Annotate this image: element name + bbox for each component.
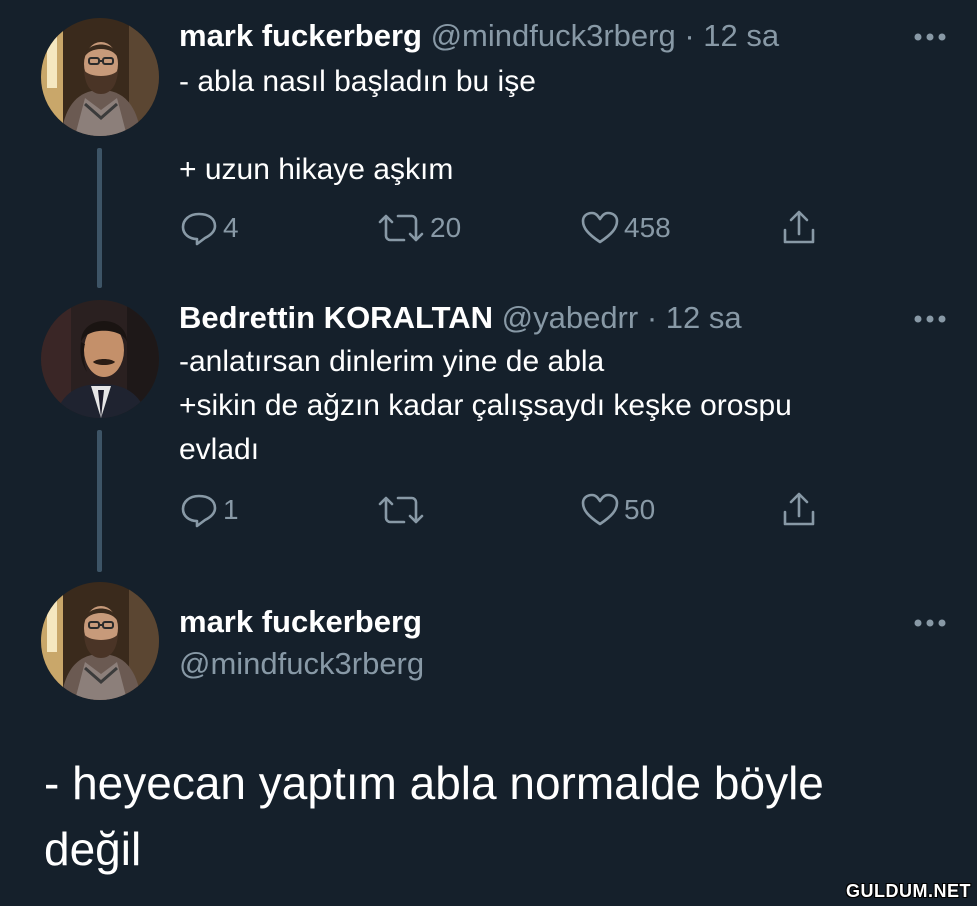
retweet-icon	[376, 492, 426, 528]
retweet-count: 20	[430, 212, 462, 243]
thread-line	[97, 430, 102, 572]
share-icon	[779, 490, 819, 530]
author-name[interactable]: Bedrettin KORALTAN	[179, 300, 493, 335]
tweet-line: - abla nasıl başladın bu işe	[179, 65, 536, 98]
avatar-mark[interactable]	[41, 18, 159, 136]
author-handle[interactable]: @mindfuck3rberg	[431, 18, 676, 53]
retweet-icon	[376, 210, 426, 246]
action-bar: 4 20 458	[179, 208, 839, 248]
author-block: mark fuckerberg @mindfuck3rberg	[179, 604, 424, 682]
avatar-mark[interactable]	[41, 582, 159, 700]
timestamp[interactable]: 12 sa	[703, 18, 779, 53]
timestamp[interactable]: 12 sa	[666, 300, 742, 335]
avatar-bedrettin[interactable]	[41, 300, 159, 418]
tweet-line: değil	[44, 823, 142, 875]
heart-icon	[580, 210, 620, 246]
more-icon[interactable]	[913, 616, 947, 630]
retweet-button[interactable]: 20	[376, 208, 461, 248]
tweet-text: -anlatırsan dinlerim yine de abla +sikin…	[179, 340, 919, 472]
watermark: GULDUM.NET	[846, 881, 971, 901]
author-handle[interactable]: @mindfuck3rberg	[179, 646, 424, 682]
share-button[interactable]	[779, 208, 819, 248]
share-button[interactable]	[779, 490, 819, 530]
like-button[interactable]: 458	[580, 208, 671, 248]
reply-icon	[179, 492, 219, 528]
tweet-line: - heyecan yaptım abla normalde böyle	[44, 757, 824, 809]
tweet-text: - abla nasıl başladın bu işe + uzun hika…	[179, 60, 919, 192]
action-bar: 1 50	[179, 490, 839, 530]
tweet-line: +sikin de ağzın kadar çalışsaydı keşke o…	[179, 389, 792, 422]
separator-dot: ·	[684, 18, 695, 53]
like-count: 50	[624, 494, 656, 525]
author-name[interactable]: mark fuckerberg	[179, 604, 424, 640]
more-icon[interactable]	[913, 30, 947, 44]
reply-count: 4	[223, 212, 239, 243]
tweet-line	[179, 104, 919, 148]
tweet-line: evladı	[179, 433, 260, 466]
reply-count: 1	[223, 494, 239, 525]
tweet-header: Bedrettin KORALTAN @yabedrr · 12 sa	[179, 300, 742, 336]
focused-tweet-text: - heyecan yaptım abla normalde böyle değ…	[44, 750, 944, 882]
share-icon	[779, 208, 819, 248]
more-icon[interactable]	[913, 312, 947, 326]
author-handle[interactable]: @yabedrr	[502, 300, 639, 335]
tweet-line: -anlatırsan dinlerim yine de abla	[179, 345, 605, 378]
like-count: 458	[624, 212, 671, 243]
heart-icon	[580, 492, 620, 528]
tweet-3-focused[interactable]: mark fuckerberg @mindfuck3rberg - heyeca…	[0, 580, 977, 906]
tweet-header: mark fuckerberg @mindfuck3rberg · 12 sa	[179, 18, 779, 54]
separator-dot: ·	[646, 300, 658, 335]
reply-icon	[179, 210, 219, 246]
reply-button[interactable]: 1	[179, 490, 239, 530]
retweet-button[interactable]	[376, 490, 430, 530]
author-name[interactable]: mark fuckerberg	[179, 18, 422, 53]
reply-button[interactable]: 4	[179, 208, 239, 248]
tweet-line: + uzun hikaye aşkım	[179, 153, 454, 186]
thread-line	[97, 148, 102, 288]
tweet-2[interactable]: Bedrettin KORALTAN @yabedrr · 12 sa -anl…	[0, 300, 977, 580]
like-button[interactable]: 50	[580, 490, 655, 530]
tweet-1[interactable]: mark fuckerberg @mindfuck3rberg · 12 sa …	[0, 0, 977, 300]
